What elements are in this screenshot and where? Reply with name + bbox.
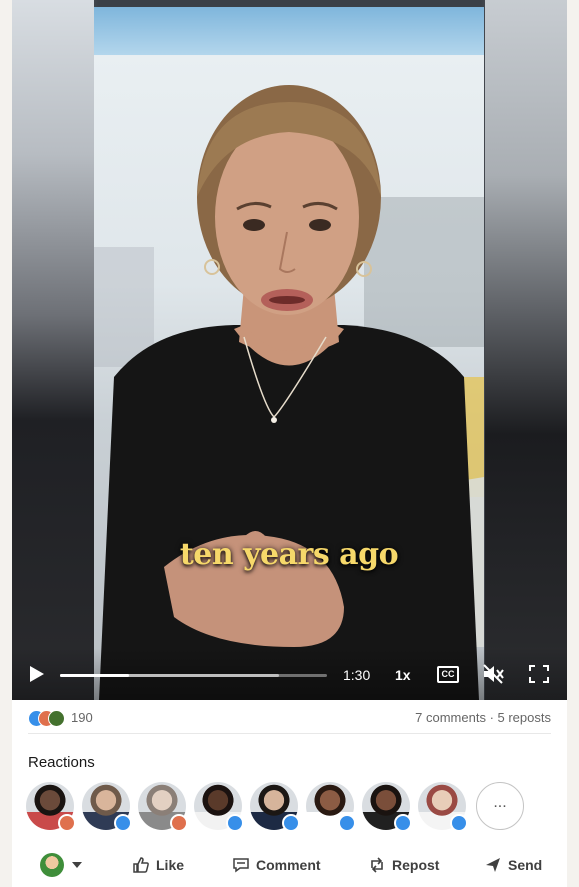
send-button[interactable]: Send — [484, 856, 542, 874]
like-badge-icon — [114, 814, 132, 832]
reactor-avatar[interactable] — [82, 782, 132, 832]
support-reaction-icon — [48, 710, 65, 727]
comment-label: Comment — [256, 857, 321, 873]
reaction-count[interactable]: 190 — [71, 710, 93, 725]
like-badge-icon — [394, 814, 412, 832]
avatar — [40, 853, 64, 877]
reaction-icons[interactable] — [28, 710, 72, 727]
reactor-avatar[interactable] — [306, 782, 356, 832]
love-badge-icon — [58, 814, 76, 832]
reactor-avatar[interactable] — [250, 782, 300, 832]
captions-icon[interactable]: CC — [437, 666, 459, 683]
progress-bar[interactable] — [60, 674, 327, 677]
more-reactions-button[interactable]: ... — [476, 782, 524, 830]
love-badge-icon — [170, 814, 188, 832]
chevron-down-icon — [72, 862, 82, 868]
fullscreen-icon[interactable] — [529, 665, 549, 683]
reactor-avatar[interactable] — [194, 782, 244, 832]
video-controls: 1:30 1x CC — [12, 648, 567, 700]
reactor-avatar[interactable] — [138, 782, 188, 832]
video-blur-left — [12, 0, 94, 700]
comment-icon — [233, 858, 249, 873]
like-badge-icon — [450, 814, 468, 832]
action-bar: Like Comment Repost Send — [28, 850, 551, 884]
engagement-counts: 7 comments · 5 reposts — [415, 710, 551, 725]
play-icon[interactable] — [30, 666, 44, 682]
time-remaining: 1:30 — [343, 667, 371, 683]
video-blur-right — [485, 0, 567, 700]
reactor-avatar[interactable] — [418, 782, 468, 832]
progress-played — [60, 674, 130, 677]
separator: · — [485, 710, 498, 725]
repost-icon — [371, 857, 383, 873]
post-card: ten years ago 1:30 1x CC 190 7 comments … — [12, 0, 567, 887]
like-label: Like — [156, 857, 185, 873]
comment-button[interactable]: Comment — [232, 856, 321, 874]
reactor-avatar[interactable] — [362, 782, 412, 832]
video-caption: ten years ago — [179, 537, 399, 572]
mute-icon[interactable] — [482, 663, 506, 685]
actor-switcher[interactable] — [40, 853, 82, 877]
playback-speed-button[interactable]: 1x — [395, 667, 411, 683]
send-label: Send — [508, 857, 543, 873]
repost-label: Repost — [392, 857, 440, 873]
like-button[interactable]: Like — [132, 856, 184, 874]
like-badge-icon — [338, 814, 356, 832]
like-badge-icon — [282, 814, 300, 832]
video-player[interactable]: ten years ago 1:30 1x CC — [12, 0, 567, 700]
reactor-avatar[interactable] — [26, 782, 76, 832]
reposts-count-link[interactable]: 5 reposts — [498, 710, 551, 725]
thumbs-up-icon — [133, 857, 149, 873]
video-frame[interactable]: ten years ago — [94, 7, 484, 700]
comments-count-link[interactable]: 7 comments — [415, 710, 486, 725]
send-icon — [486, 858, 500, 872]
like-badge-icon — [226, 814, 244, 832]
repost-button[interactable]: Repost — [368, 856, 439, 874]
reactions-heading: Reactions — [28, 754, 95, 771]
speaker-figure — [94, 85, 484, 700]
divider — [28, 733, 551, 734]
social-counts: 190 7 comments · 5 reposts — [28, 708, 551, 732]
